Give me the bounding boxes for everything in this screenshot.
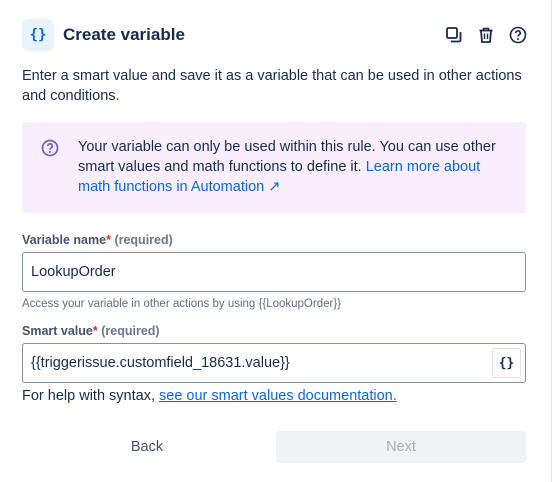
duplicate-icon xyxy=(446,27,462,43)
variable-name-helper: Access your variable in other actions by… xyxy=(22,298,341,310)
smart-value-label-text: Smart value xyxy=(22,324,93,338)
variable-name-label: Variable name* (required) xyxy=(22,233,173,247)
trash-icon xyxy=(479,27,493,43)
required-marker: * xyxy=(92,324,98,338)
info-text: Your variable can only be used within th… xyxy=(78,137,508,197)
panel-description: Enter a smart value and save it as a var… xyxy=(22,68,522,104)
variable-name-input[interactable] xyxy=(22,252,526,292)
external-link-icon: ↗ xyxy=(268,179,281,195)
curly-braces-icon: {} xyxy=(22,19,54,51)
header-actions xyxy=(442,23,530,47)
create-variable-panel: {} Create variable Enter a smart value a… xyxy=(0,0,552,482)
help-button[interactable] xyxy=(506,23,530,47)
smart-values-docs-link[interactable]: see our smart values documentation. xyxy=(159,388,397,404)
info-message: Your variable can only be used within th… xyxy=(22,122,526,213)
required-text: (required) xyxy=(114,233,173,247)
required-text: (required) xyxy=(101,324,160,338)
back-button[interactable]: Back xyxy=(22,431,272,463)
panel-title: Create variable xyxy=(63,25,185,44)
variable-name-label-text: Variable name xyxy=(22,233,107,247)
duplicate-button[interactable] xyxy=(442,23,466,47)
insert-smart-value-button[interactable]: {} xyxy=(492,348,521,378)
delete-button[interactable] xyxy=(474,23,498,47)
required-marker: * xyxy=(106,233,111,247)
smart-value-input[interactable] xyxy=(22,343,526,383)
panel-header: {} Create variable xyxy=(22,19,530,51)
question-circle-icon xyxy=(41,139,59,157)
syntax-help-text: For help with syntax, xyxy=(22,388,159,404)
help-icon xyxy=(509,26,527,44)
syntax-help: For help with syntax, see our smart valu… xyxy=(22,388,397,404)
curly-braces-icon: {} xyxy=(498,355,515,371)
next-button[interactable]: Next xyxy=(276,431,526,463)
smart-value-label: Smart value* (required) xyxy=(22,324,160,338)
